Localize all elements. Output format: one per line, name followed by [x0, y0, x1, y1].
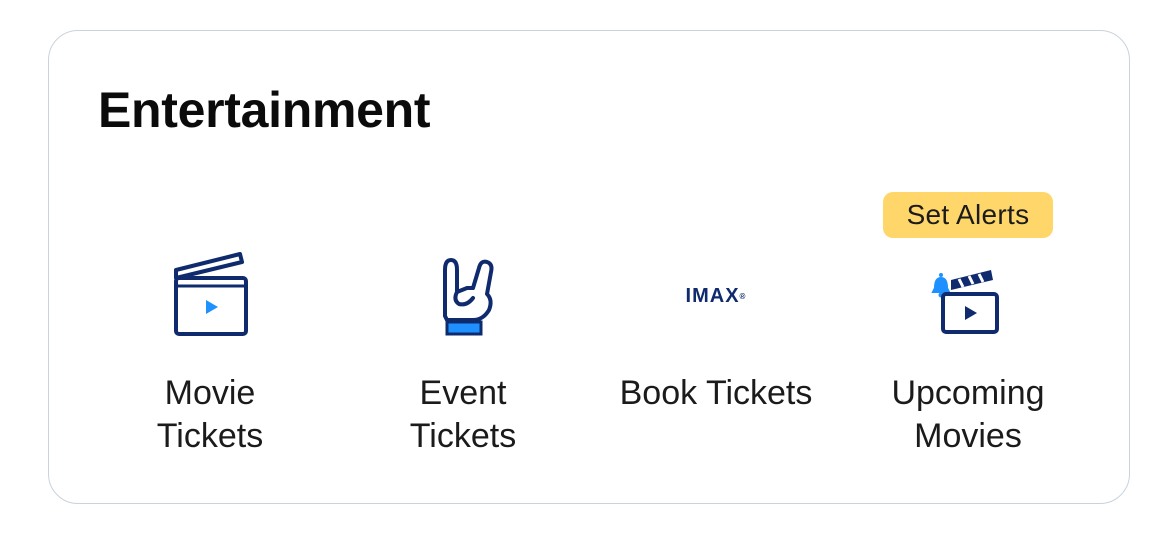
- tile-label: Book Tickets: [619, 374, 813, 412]
- tile-event-tickets[interactable]: Event Tickets: [343, 240, 583, 470]
- section-title: Entertainment: [98, 82, 431, 138]
- tile-movie-tickets[interactable]: Movie Tickets: [90, 240, 330, 470]
- tile-book-tickets-imax[interactable]: IMAX ® Book Tickets: [596, 240, 836, 470]
- tile-upcoming-movies[interactable]: Upcoming Movies: [848, 240, 1088, 470]
- rock-hand-icon: [418, 246, 508, 346]
- imax-logo: IMAX ®: [685, 284, 747, 307]
- tile-label: Movie Tickets: [156, 374, 264, 455]
- set-alerts-badge[interactable]: Set Alerts: [883, 192, 1053, 238]
- clapperboard-play-icon: [165, 246, 255, 346]
- tile-label: Upcoming Movies: [891, 374, 1045, 455]
- tile-label: Event Tickets: [409, 374, 517, 455]
- clapperboard-bell-icon: [923, 246, 1013, 346]
